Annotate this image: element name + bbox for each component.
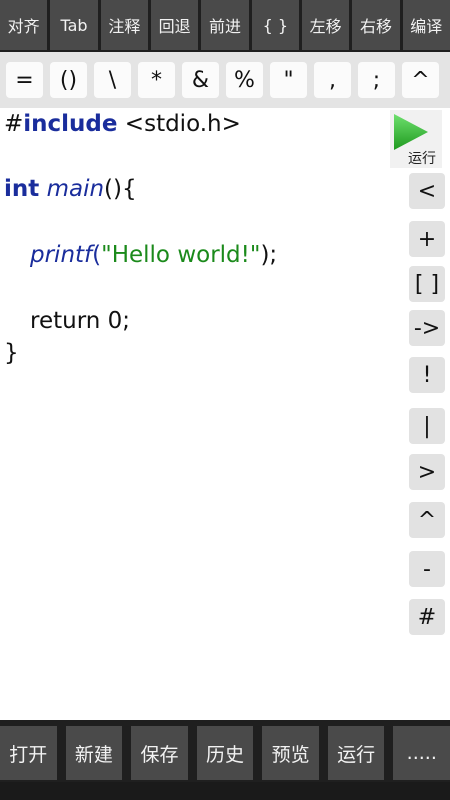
play-icon: [394, 114, 428, 150]
code-editor[interactable]: #include <stdio.h> int main(){ printf("H…: [0, 108, 400, 720]
top-toolbar: 对齐 Tab 注释 回退 前进 { } 左移 右移 编译: [0, 0, 450, 52]
tab-button[interactable]: Tab: [50, 0, 98, 50]
arrow-key[interactable]: ->: [409, 310, 445, 346]
minus-key[interactable]: -: [409, 551, 445, 587]
code-line-3: int main(){: [4, 173, 137, 205]
code-return: return 0;: [30, 308, 131, 334]
code-close-brace: }: [4, 340, 19, 366]
quote-key[interactable]: ": [270, 62, 307, 98]
code-line-5: printf("Hello world!");: [30, 239, 277, 271]
hash-key[interactable]: #: [409, 599, 445, 635]
pipe-key[interactable]: |: [409, 408, 445, 444]
more-button[interactable]: .....: [393, 726, 450, 780]
code-keyword-int: int: [4, 176, 40, 202]
code-paren-close: );: [260, 242, 278, 268]
ampersand-key[interactable]: &: [182, 62, 219, 98]
preview-button[interactable]: 预览: [262, 726, 319, 780]
code-keyword-include: include: [23, 111, 118, 137]
percent-key[interactable]: %: [226, 62, 263, 98]
indent-right-button[interactable]: 右移: [352, 0, 400, 50]
undo-button[interactable]: 回退: [150, 0, 199, 50]
comment-button[interactable]: 注释: [100, 0, 148, 50]
caret-key[interactable]: ^: [402, 62, 439, 98]
run-button[interactable]: 运行: [390, 110, 442, 168]
code-line-7: return 0;: [30, 305, 130, 337]
plus-key[interactable]: +: [409, 221, 445, 257]
brackets-key[interactable]: [ ]: [409, 266, 445, 302]
system-nav-bar: [0, 782, 450, 800]
greater-than-key[interactable]: >: [409, 454, 445, 490]
history-button[interactable]: 历史: [196, 726, 254, 780]
bottom-toolbar: 打开 新建 保存 历史 预览 运行 .....: [0, 720, 450, 782]
run-label: 运行: [408, 151, 436, 167]
comma-key[interactable]: ,: [314, 62, 351, 98]
save-button[interactable]: 保存: [131, 726, 188, 780]
indent-left-button[interactable]: 左移: [301, 0, 350, 50]
asterisk-key[interactable]: *: [138, 62, 175, 98]
code-line-8: }: [4, 337, 19, 369]
parentheses-key[interactable]: (): [50, 62, 87, 98]
exclamation-key[interactable]: !: [409, 357, 445, 393]
compile-button[interactable]: 编译: [402, 0, 450, 50]
braces-button[interactable]: { }: [251, 0, 299, 50]
align-button[interactable]: 对齐: [0, 0, 48, 50]
code-line-1: #include <stdio.h>: [4, 108, 241, 140]
code-function-printf: printf: [30, 242, 93, 268]
less-than-key[interactable]: <: [409, 173, 445, 209]
semicolon-key[interactable]: ;: [358, 62, 395, 98]
caret-side-key[interactable]: ^: [409, 502, 445, 538]
equals-key[interactable]: =: [6, 62, 43, 98]
code-hash: #: [4, 111, 24, 137]
code-main-rest: (){: [104, 176, 137, 202]
new-button[interactable]: 新建: [65, 726, 123, 780]
symbol-bar: = () \ * & % " , ; ^: [0, 52, 450, 108]
backslash-key[interactable]: \: [94, 62, 131, 98]
code-string: "Hello world!": [101, 242, 261, 268]
code-header: <stdio.h>: [117, 111, 241, 137]
redo-button[interactable]: 前进: [201, 0, 249, 50]
code-paren-open: (: [92, 242, 102, 268]
open-button[interactable]: 打开: [0, 726, 57, 780]
run-bottom-button[interactable]: 运行: [327, 726, 385, 780]
code-function-main: main: [46, 176, 105, 202]
